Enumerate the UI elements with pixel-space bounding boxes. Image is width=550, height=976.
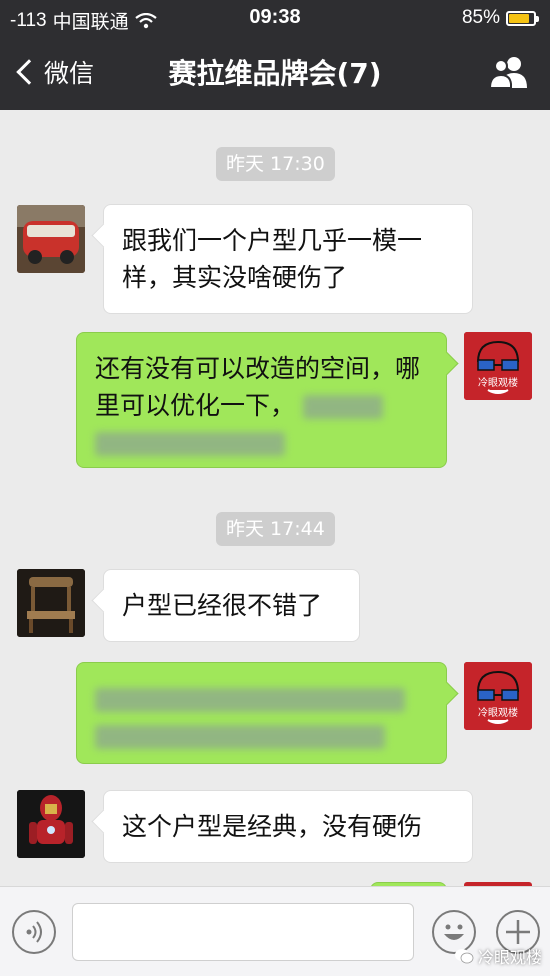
glasses-avatar-image [464,662,532,730]
redacted-text [302,395,383,419]
battery-level [509,13,530,23]
avatar[interactable]: 冷眼观楼 [464,662,532,730]
message-bubble-outgoing[interactable]: 还有没有可以改造的空间，哪里可以优化一下， [76,332,447,468]
voice-input-button[interactable] [12,910,56,954]
timestamp: 昨天 17:44 [216,512,335,546]
group-members-icon[interactable] [488,54,530,90]
watermark-text: 冷眼观楼 [477,948,542,967]
watermark: 冷眼观楼 [454,944,542,968]
message-bubble-incoming[interactable]: 户型已经很不错了 [103,569,360,642]
avatar[interactable] [17,790,85,858]
message-bubble-incoming[interactable]: 跟我们一个户型几乎一模一样，其实没啥硬伤了 [103,204,473,314]
battery-percent: 85% [461,7,500,28]
status-right: 85% [461,7,539,29]
avatar-label: 冷眼观楼 [478,708,518,719]
chat-title: 赛拉维品牌会(7) [168,57,382,90]
input-bar: 冷眼观楼 [0,886,550,976]
message-list[interactable]: 昨天 17:30 跟我们一个户型几乎一模一样，其实没啥硬伤了 冷眼观楼 还有没有… [0,110,550,886]
chair-avatar-image [17,569,85,637]
wechat-logo-icon [454,949,474,964]
redacted-text [95,432,285,456]
status-bar: -113 中国联通 09:38 85% [0,0,550,36]
message-text: 跟我们一个户型几乎一模一样，其实没啥硬伤了 [122,226,423,292]
message-input[interactable] [72,903,414,961]
battery-icon [506,10,539,26]
message-bubble-outgoing[interactable] [76,662,447,764]
avatar[interactable]: 冷眼观楼 [464,332,532,400]
message-text: 户型已经很不错了 [122,591,323,620]
ironman-avatar-image [17,790,85,858]
avatar-label: 冷眼观楼 [478,378,518,389]
timestamp: 昨天 17:30 [216,147,335,181]
redacted-text [95,688,405,712]
redacted-text [95,725,385,749]
van-avatar-image [17,205,85,273]
avatar[interactable] [17,205,85,273]
message-bubble-incoming[interactable]: 这个户型是经典，没有硬伤 [103,790,473,863]
message-text: 这个户型是经典，没有硬伤 [122,812,423,841]
avatar[interactable] [17,569,85,637]
glasses-avatar-image [464,332,532,400]
nav-bar: 微信 赛拉维品牌会(7) [0,36,550,110]
voice-icon [26,921,42,943]
